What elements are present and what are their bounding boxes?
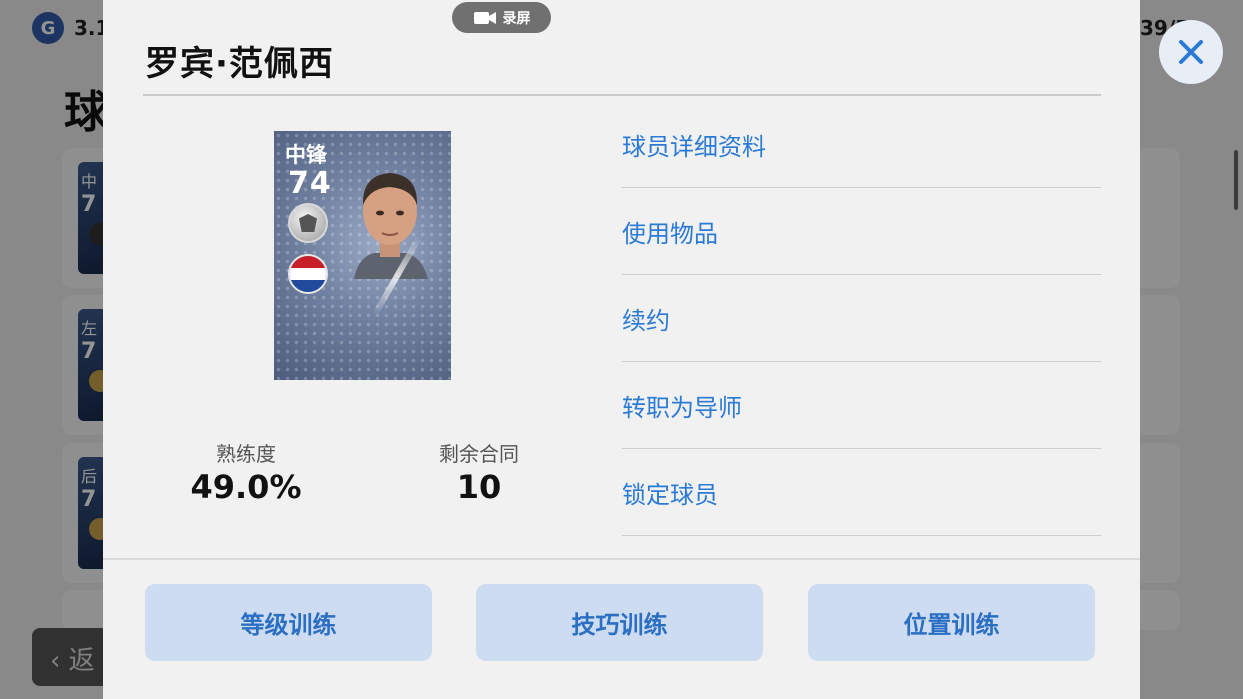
position-training-button[interactable]: 位置训练 — [808, 584, 1095, 661]
menu-item-label: 锁定球员 — [622, 481, 718, 509]
button-label: 技巧训练 — [571, 611, 668, 639]
close-button[interactable] — [1159, 20, 1223, 84]
menu-item-player-details[interactable]: 球员详细资料 — [622, 101, 1101, 188]
button-label: 位置训练 — [903, 611, 1000, 639]
close-icon — [1179, 40, 1203, 64]
video-camera-icon — [473, 11, 496, 24]
contract-label: 剩余合同 — [439, 442, 519, 466]
card-position: 中锋 — [285, 143, 327, 167]
menu-item-label: 使用物品 — [622, 220, 718, 248]
netherlands-flag-icon — [288, 254, 328, 294]
screen-record-indicator[interactable]: 录屏 — [452, 2, 551, 33]
club-emblem-icon — [288, 203, 328, 243]
proficiency-value: 49.0% — [190, 468, 302, 506]
menu-item-renew-contract[interactable]: 续约 — [622, 275, 1101, 362]
menu-item-label: 续约 — [622, 307, 670, 335]
divider — [143, 94, 1101, 96]
proficiency-label: 熟练度 — [216, 442, 276, 466]
button-label: 等级训练 — [240, 611, 337, 639]
menu-item-lock-player[interactable]: 锁定球员 — [622, 449, 1101, 536]
player-options-modal: 罗宾·范佩西 中锋 74 熟练度 49.0% 剩余合同 10 球员详细资料 使用… — [103, 0, 1140, 699]
level-training-button[interactable]: 等级训练 — [145, 584, 432, 661]
menu-item-use-items[interactable]: 使用物品 — [622, 188, 1101, 275]
menu-item-label: 球员详细资料 — [622, 133, 766, 161]
player-name-title: 罗宾·范佩西 — [145, 44, 334, 84]
divider — [103, 558, 1140, 560]
contract-value: 10 — [456, 468, 502, 506]
screen-record-label: 录屏 — [502, 10, 531, 27]
card-rating: 74 — [288, 166, 332, 201]
menu-item-convert-to-mentor[interactable]: 转职为导师 — [622, 362, 1101, 449]
player-portrait — [354, 173, 428, 279]
skill-training-button[interactable]: 技巧训练 — [476, 584, 763, 661]
menu-item-label: 转职为导师 — [622, 394, 742, 422]
player-card[interactable]: 中锋 74 — [274, 131, 451, 380]
